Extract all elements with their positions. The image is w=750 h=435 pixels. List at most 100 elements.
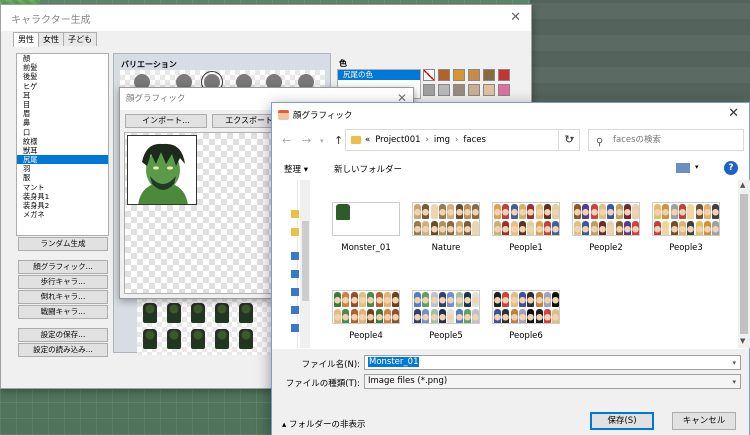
file-thumbnail: [332, 290, 400, 324]
parts-list-item[interactable]: 前髪: [17, 63, 108, 72]
desktop-icon[interactable]: [291, 252, 299, 260]
chevron-down-icon[interactable]: ▾: [695, 163, 699, 171]
face-cell: [502, 204, 510, 219]
help-icon[interactable]: ?: [724, 161, 738, 175]
file-item[interactable]: People2: [566, 196, 646, 264]
parts-list-item[interactable]: 口: [17, 128, 108, 137]
parts-list-item[interactable]: 獣耳: [17, 146, 108, 155]
downloads-icon[interactable]: [291, 288, 299, 296]
breadcrumb-project[interactable]: Project001: [375, 135, 420, 145]
parts-list-item[interactable]: 顔: [17, 54, 108, 63]
filename-value[interactable]: Monster_01: [368, 357, 420, 367]
down-character-button[interactable]: 倒れキャラ...: [18, 290, 108, 304]
parts-list-item[interactable]: 服: [17, 173, 108, 182]
parts-list[interactable]: 顔前髪 後髪 ヒゲ耳目眉鼻口紋様 獣耳 尻尾羽服マント 装身具1 装身具2 メガネ: [16, 53, 109, 236]
folder-icon[interactable]: [291, 210, 299, 218]
face-cell: [678, 220, 686, 235]
address-bar[interactable]: « Project001 › img › faces ▾: [345, 129, 580, 151]
file-item[interactable]: People6: [486, 284, 566, 352]
file-item[interactable]: People3: [646, 196, 726, 264]
scroll-thumb[interactable]: [740, 194, 748, 334]
organize-button[interactable]: 整理 ▾: [284, 163, 308, 175]
filetype-select[interactable]: Image files (*.png) ▾: [364, 374, 741, 389]
tab-male[interactable]: 男性: [13, 32, 39, 47]
walk-character-button[interactable]: 歩行キャラ...: [18, 275, 108, 289]
tab-child[interactable]: 子ども: [63, 32, 97, 46]
color-swatch[interactable]: [483, 84, 495, 96]
back-arrow-icon[interactable]: ←: [282, 134, 291, 147]
parts-list-item[interactable]: 後髪: [17, 72, 108, 81]
sprite-figure: [191, 303, 205, 323]
face-cell: [334, 308, 341, 323]
color-swatch[interactable]: [498, 69, 510, 81]
documents-icon[interactable]: [291, 270, 299, 278]
parts-list-item[interactable]: 目: [17, 100, 108, 109]
face-cell: [502, 308, 510, 323]
pictures-icon[interactable]: [291, 324, 299, 332]
parts-list-item[interactable]: 装身具1: [17, 192, 108, 201]
folder-icon[interactable]: [291, 228, 299, 236]
scroll-up-icon[interactable]: ▲: [740, 181, 745, 189]
color-swatch[interactable]: [453, 69, 465, 81]
import-button[interactable]: インポート...: [125, 114, 207, 128]
chevron-down-icon[interactable]: ▾: [732, 376, 736, 389]
music-icon[interactable]: [291, 306, 299, 314]
scroll-down-icon[interactable]: ▼: [740, 337, 745, 345]
color-swatch[interactable]: [468, 84, 480, 96]
close-icon[interactable]: ✕: [510, 10, 521, 25]
face-graphic-button[interactable]: 顔グラフィック...: [18, 260, 108, 274]
hide-folders-toggle[interactable]: ▴ フォルダーの非表示: [282, 418, 366, 430]
save-button[interactable]: 保存(S): [590, 412, 654, 430]
parts-list-item[interactable]: 装身具2: [17, 201, 108, 210]
chevron-down-icon[interactable]: ▾: [320, 137, 324, 145]
color-item-tail[interactable]: 尻尾の色: [338, 70, 420, 80]
file-list[interactable]: Monster_01 Nature People1 People2 People3 Peo…: [312, 180, 738, 348]
breadcrumb-faces[interactable]: faces: [463, 135, 486, 145]
parts-list-item[interactable]: メガネ: [17, 210, 108, 219]
file-item[interactable]: People1: [486, 196, 566, 264]
save-settings-button[interactable]: 設定の保存...: [18, 328, 108, 342]
color-swatch[interactable]: [438, 69, 450, 81]
parts-list-item[interactable]: 耳: [17, 91, 108, 100]
color-swatch[interactable]: [498, 84, 510, 96]
color-swatch[interactable]: [423, 84, 435, 96]
parts-list-item[interactable]: 紋様: [17, 137, 108, 146]
sprite-figure: [191, 329, 205, 349]
color-swatch[interactable]: [483, 69, 495, 81]
parts-list-item[interactable]: 尻尾: [17, 155, 108, 165]
color-swatch[interactable]: [423, 69, 435, 81]
load-settings-button[interactable]: 設定の読み込み...: [18, 343, 108, 357]
battle-character-button[interactable]: 戦闘キャラ...: [18, 305, 108, 319]
filename-input[interactable]: Monster_01 ▾: [364, 355, 741, 370]
nav-pane-scroll-thumb[interactable]: [302, 221, 309, 301]
cancel-button[interactable]: キャンセル: [672, 412, 736, 430]
parts-list-item[interactable]: 鼻: [17, 118, 108, 127]
color-swatch[interactable]: [468, 69, 480, 81]
refresh-button[interactable]: ↻: [558, 129, 580, 151]
close-icon[interactable]: ✕: [728, 106, 739, 121]
navigation-pane[interactable]: [272, 180, 299, 348]
file-thumbnail: [652, 202, 720, 236]
search-input[interactable]: ⚲ facesの検索: [588, 129, 744, 151]
file-list-scrollbar[interactable]: ▲ ▼: [738, 180, 750, 348]
parts-list-item[interactable]: 羽: [17, 164, 108, 173]
file-item[interactable]: Monster_01: [326, 196, 406, 264]
file-item[interactable]: People5: [406, 284, 486, 352]
parts-list-item[interactable]: マント: [17, 183, 108, 192]
parts-list-item[interactable]: ヒゲ: [17, 82, 108, 91]
sprite-figure: [143, 329, 157, 349]
chevron-down-icon[interactable]: ▾: [732, 357, 736, 370]
up-arrow-icon[interactable]: ↑: [334, 134, 343, 147]
color-swatch[interactable]: [438, 84, 450, 96]
file-item[interactable]: Nature: [406, 196, 486, 264]
forward-arrow-icon[interactable]: →: [302, 134, 311, 147]
color-swatch[interactable]: [453, 84, 465, 96]
breadcrumb-img[interactable]: img: [434, 135, 450, 145]
tab-female[interactable]: 女性: [38, 32, 64, 46]
face-cell: [430, 204, 438, 219]
random-generate-button[interactable]: ランダム生成: [18, 237, 108, 251]
parts-list-item[interactable]: 眉: [17, 109, 108, 118]
new-folder-button[interactable]: 新しいフォルダー: [334, 163, 402, 175]
view-options-icon[interactable]: [676, 163, 690, 173]
file-item[interactable]: People4: [326, 284, 406, 352]
